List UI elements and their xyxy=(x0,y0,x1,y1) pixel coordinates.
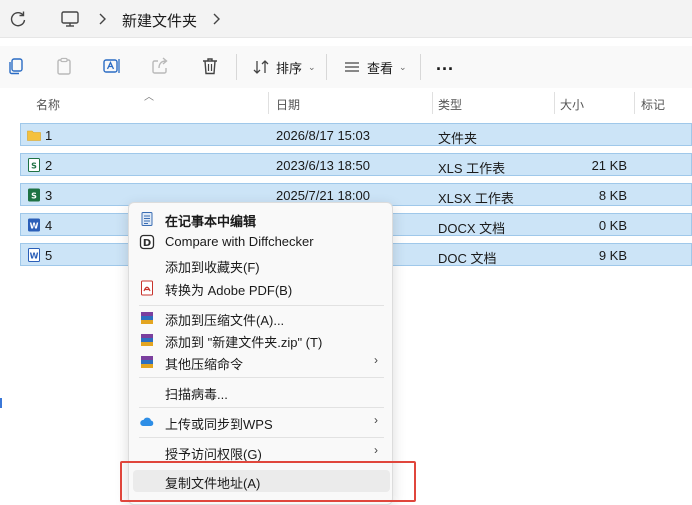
notepad-icon xyxy=(141,212,153,226)
docx-file-icon: W xyxy=(28,218,40,232)
column-header-row: 名称 日期 类型 大小 标记 xyxy=(0,90,692,116)
chevron-down-icon: ⌄ xyxy=(399,61,407,72)
file-date: 2023/6/13 18:50 xyxy=(276,158,370,173)
view-label: 查看 xyxy=(367,60,394,76)
menu-item-grant-access[interactable]: 授予访问权限(G) › xyxy=(133,441,390,463)
chevron-right-icon[interactable] xyxy=(96,11,108,27)
file-type: 文件夹 xyxy=(438,131,478,146)
column-divider[interactable] xyxy=(634,92,635,114)
more-options-button[interactable]: ... xyxy=(436,54,454,75)
file-size: 21 KB xyxy=(591,158,627,173)
breadcrumb-current-folder[interactable]: 新建文件夹 xyxy=(122,10,197,31)
file-size: 8 KB xyxy=(598,188,627,203)
context-menu: 在记事本中编辑 D Compare with Diffchecker 添加到收藏… xyxy=(128,202,393,505)
file-name: 5 xyxy=(45,248,53,263)
this-pc-icon[interactable] xyxy=(60,9,80,29)
toolbar-divider xyxy=(236,54,237,80)
delete-icon[interactable] xyxy=(200,56,220,76)
folder-icon xyxy=(27,130,41,141)
chevron-down-icon: ⌄ xyxy=(308,61,316,72)
menu-item-edit-in-notepad[interactable]: 在记事本中编辑 xyxy=(133,208,390,230)
view-list-icon xyxy=(345,62,359,72)
column-divider[interactable] xyxy=(432,92,433,114)
file-name: 3 xyxy=(45,188,53,203)
menu-item-convert-to-pdf[interactable]: 转换为 Adobe PDF(B) xyxy=(133,277,390,299)
svg-text:W: W xyxy=(30,222,39,231)
adobe-pdf-icon xyxy=(141,280,153,296)
annotation-highlight-box xyxy=(120,461,416,502)
menu-item-add-to-favorites[interactable]: 添加到收藏夹(F) xyxy=(133,254,390,276)
paste-icon[interactable] xyxy=(54,56,74,76)
refresh-icon[interactable] xyxy=(8,9,28,29)
file-date: 2025/7/21 18:00 xyxy=(276,188,370,203)
file-name: 2 xyxy=(45,158,53,173)
file-type: XLSX 工作表 xyxy=(438,191,514,206)
file-row[interactable]: 1 2026/8/17 15:03 文件夹 xyxy=(20,123,692,146)
chevron-right-icon[interactable] xyxy=(210,11,222,27)
file-name: 1 xyxy=(45,128,53,143)
column-header-tags[interactable]: 标记 xyxy=(641,96,665,113)
winrar-icon xyxy=(141,312,153,324)
menu-divider xyxy=(139,377,384,378)
menu-item-upload-to-wps[interactable]: 上传或同步到WPS › xyxy=(133,411,390,433)
column-header-type[interactable]: 类型 xyxy=(438,96,462,113)
column-header-size[interactable]: 大小 xyxy=(560,96,584,113)
submenu-arrow-icon: › xyxy=(374,443,378,457)
menu-item-add-to-zip[interactable]: 添加到 "新建文件夹.zip" (T) xyxy=(133,329,390,351)
winrar-icon xyxy=(141,334,153,346)
svg-text:S: S xyxy=(31,162,37,171)
svg-text:W: W xyxy=(30,252,39,261)
wps-cloud-icon xyxy=(140,417,154,426)
file-date: 2026/8/17 15:03 xyxy=(276,128,370,143)
nav-pane-edge xyxy=(0,398,2,408)
submenu-arrow-icon: › xyxy=(374,413,378,427)
sort-button[interactable]: 排序 ⌄ xyxy=(252,56,316,78)
doc-file-icon: W xyxy=(28,248,40,262)
toolbar-divider xyxy=(326,54,327,80)
svg-text:S: S xyxy=(31,192,37,201)
file-row[interactable]: S 2 2023/6/13 18:50 XLS 工作表 21 KB xyxy=(20,153,692,176)
file-type: XLS 工作表 xyxy=(438,161,506,176)
column-divider[interactable] xyxy=(554,92,555,114)
menu-divider xyxy=(139,437,384,438)
command-bar: 排序 ⌄ 查看 ⌄ ... xyxy=(0,46,692,88)
menu-item-compare-diffchecker[interactable]: D Compare with Diffchecker xyxy=(133,231,390,253)
file-type: DOCX 文档 xyxy=(438,221,506,236)
sort-ascending-icon: ︿ xyxy=(144,92,154,103)
submenu-arrow-icon: › xyxy=(374,353,378,367)
xlsx-file-icon: S xyxy=(28,188,40,202)
xls-file-icon: S xyxy=(28,158,40,172)
svg-text:D: D xyxy=(143,238,151,249)
menu-divider xyxy=(139,407,384,408)
view-button[interactable]: 查看 ⌄ xyxy=(343,56,407,78)
rename-icon[interactable] xyxy=(102,56,122,76)
menu-item-add-to-archive[interactable]: 添加到压缩文件(A)... xyxy=(133,307,390,329)
winrar-icon xyxy=(141,356,153,368)
address-bar: 新建文件夹 xyxy=(0,0,692,38)
file-size: 9 KB xyxy=(598,248,627,263)
column-header-date[interactable]: 日期 xyxy=(276,96,300,113)
file-size: 0 KB xyxy=(598,218,627,233)
file-name: 4 xyxy=(45,218,53,233)
copy-icon[interactable] xyxy=(6,56,26,76)
column-divider[interactable] xyxy=(268,92,269,114)
menu-item-other-compress-commands[interactable]: 其他压缩命令 › xyxy=(133,351,390,373)
file-type: DOC 文档 xyxy=(438,251,497,266)
toolbar-divider xyxy=(420,54,421,80)
diffchecker-icon: D xyxy=(139,234,155,250)
sort-icon xyxy=(253,60,269,74)
column-header-name[interactable]: 名称 xyxy=(36,96,60,113)
share-icon[interactable] xyxy=(150,56,170,76)
sort-label: 排序 xyxy=(276,60,303,76)
menu-item-scan-virus[interactable]: 扫描病毒... xyxy=(133,381,390,403)
menu-divider xyxy=(139,305,384,306)
